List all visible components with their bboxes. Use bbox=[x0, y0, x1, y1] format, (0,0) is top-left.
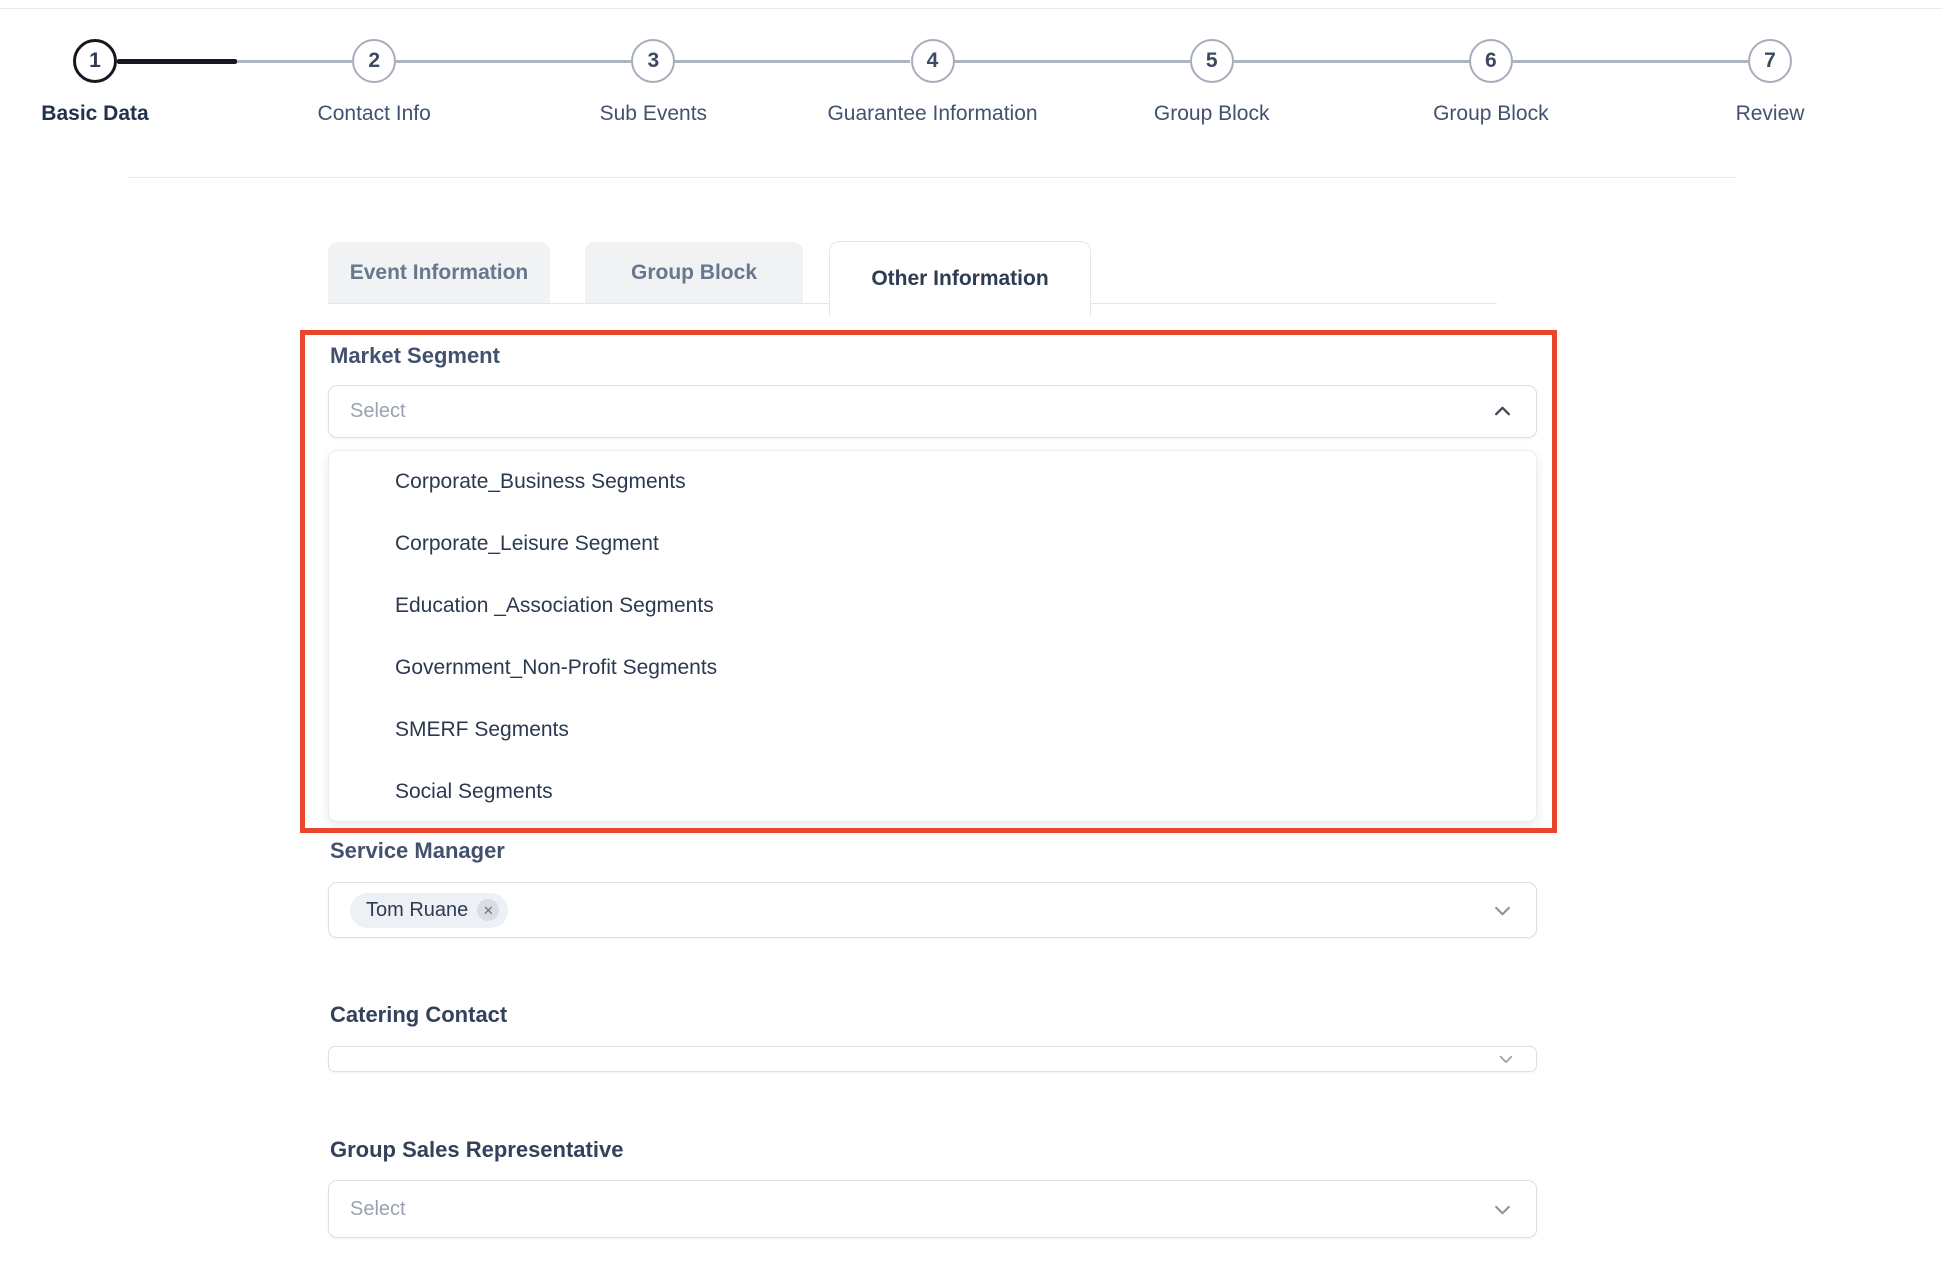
tab-group-block[interactable]: Group Block bbox=[585, 242, 803, 304]
stepper-connector bbox=[396, 60, 631, 63]
stepper-divider bbox=[127, 177, 1735, 178]
step-circle-1[interactable]: 1 bbox=[73, 39, 117, 83]
page-top-divider bbox=[0, 8, 1942, 9]
chevron-down-icon[interactable] bbox=[1493, 1200, 1512, 1219]
chevron-down-icon[interactable] bbox=[1498, 1051, 1514, 1067]
step-label-2: Contact Info bbox=[318, 102, 431, 126]
step-circle-2[interactable]: 2 bbox=[352, 39, 396, 83]
market-segment-placeholder: Select bbox=[350, 400, 406, 423]
step-label-4: Guarantee Information bbox=[827, 102, 1037, 126]
dropdown-option[interactable]: Education _Association Segments bbox=[329, 575, 1536, 637]
stepper-connector bbox=[1513, 60, 1748, 63]
step-circle-6[interactable]: 6 bbox=[1469, 39, 1513, 83]
tab-event-information[interactable]: Event Information bbox=[328, 242, 550, 304]
group-sales-representative-label: Group Sales Representative bbox=[330, 1137, 623, 1163]
dropdown-option[interactable]: Government_Non-Profit Segments bbox=[329, 637, 1536, 699]
catering-contact-label: Catering Contact bbox=[330, 1002, 507, 1028]
step-label-3: Sub Events bbox=[600, 102, 707, 126]
market-segment-dropdown: Corporate_Business SegmentsCorporate_Lei… bbox=[328, 450, 1537, 822]
service-manager-label: Service Manager bbox=[330, 838, 505, 864]
stepper-progress-line bbox=[117, 59, 237, 64]
dropdown-option[interactable]: Corporate_Business Segments bbox=[329, 451, 1536, 513]
step-circle-4[interactable]: 4 bbox=[911, 39, 955, 83]
page: { "stepper": { "steps": [ {"num": "1", "… bbox=[0, 0, 1942, 1278]
stepper-connector bbox=[955, 60, 1190, 63]
step-label-6: Group Block bbox=[1433, 102, 1549, 126]
remove-tag-icon[interactable]: ✕ bbox=[477, 899, 499, 921]
step-circle-3[interactable]: 3 bbox=[631, 39, 675, 83]
step-circle-7[interactable]: 7 bbox=[1748, 39, 1792, 83]
market-segment-select[interactable]: Select bbox=[328, 385, 1537, 438]
chevron-up-icon[interactable] bbox=[1493, 402, 1512, 421]
step-label-7: Review bbox=[1736, 102, 1805, 126]
service-manager-select[interactable]: Tom Ruane ✕ bbox=[328, 882, 1537, 938]
dropdown-option[interactable]: Corporate_Leisure Segment bbox=[329, 513, 1536, 575]
tab-other-information[interactable]: Other Information bbox=[829, 241, 1091, 316]
stepper-connector bbox=[675, 60, 910, 63]
group-sales-representative-placeholder: Select bbox=[350, 1198, 406, 1221]
group-sales-representative-select[interactable]: Select bbox=[328, 1180, 1537, 1238]
chevron-down-icon[interactable] bbox=[1493, 901, 1512, 920]
selected-tag: Tom Ruane ✕ bbox=[350, 893, 508, 928]
catering-contact-select[interactable] bbox=[328, 1046, 1537, 1072]
market-segment-label: Market Segment bbox=[330, 343, 500, 369]
dropdown-option[interactable]: SMERF Segments bbox=[329, 699, 1536, 761]
dropdown-option[interactable]: Social Segments bbox=[329, 761, 1536, 822]
stepper-connector bbox=[1234, 60, 1469, 63]
step-label-5: Group Block bbox=[1154, 102, 1270, 126]
step-label-1: Basic Data bbox=[41, 102, 148, 126]
selected-tag-text: Tom Ruane bbox=[366, 899, 468, 922]
step-circle-5[interactable]: 5 bbox=[1190, 39, 1234, 83]
